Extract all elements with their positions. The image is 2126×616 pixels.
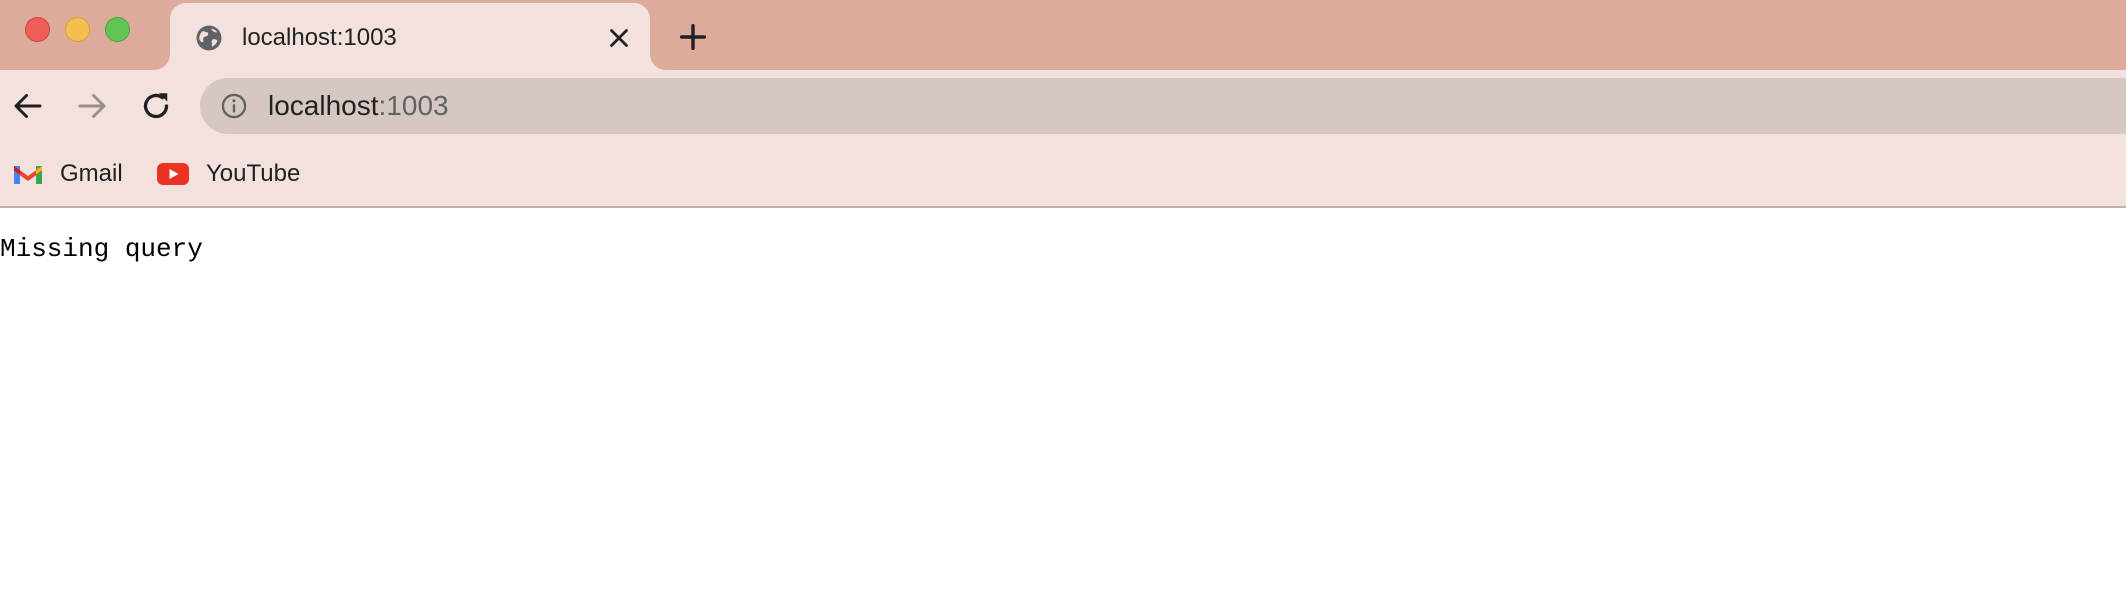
close-icon[interactable] — [604, 23, 634, 53]
bookmark-youtube[interactable]: YouTube — [156, 154, 300, 194]
page-message: Missing query — [0, 234, 203, 264]
bookmark-gmail[interactable]: Gmail — [12, 154, 123, 194]
tab-edge-left — [154, 54, 170, 70]
arrow-right-icon[interactable] — [74, 88, 110, 124]
tab-title: localhost:1003 — [242, 24, 397, 51]
window-close-button[interactable] — [25, 17, 50, 42]
toolbar: localhost:1003 — [0, 70, 2126, 142]
address-bar[interactable]: localhost:1003 — [200, 78, 2126, 134]
tab-edge-right — [650, 54, 666, 70]
arrow-left-icon[interactable] — [10, 88, 46, 124]
url-port: :1003 — [378, 90, 449, 121]
url-text[interactable]: localhost:1003 — [268, 90, 449, 122]
bookmark-label-gmail: Gmail — [60, 160, 123, 187]
window-maximize-button[interactable] — [105, 17, 130, 42]
tab-active[interactable]: localhost:1003 — [154, 3, 666, 70]
info-icon[interactable] — [220, 92, 248, 120]
globe-icon — [196, 25, 222, 51]
bookmarks-bar: Gmail YouTube — [0, 142, 2126, 208]
browser-window: localhost:1003 localhost:1003 Gmail YouT… — [0, 0, 2126, 616]
plus-icon[interactable] — [676, 20, 710, 54]
reload-icon[interactable] — [138, 88, 174, 124]
window-minimize-button[interactable] — [65, 17, 90, 42]
bookmark-label-youtube: YouTube — [206, 160, 301, 187]
url-host: localhost — [268, 90, 379, 121]
youtube-icon — [157, 163, 189, 185]
page-content: Missing query — [0, 208, 2126, 616]
gmail-icon — [14, 166, 42, 184]
tab-strip: localhost:1003 — [0, 0, 2126, 70]
